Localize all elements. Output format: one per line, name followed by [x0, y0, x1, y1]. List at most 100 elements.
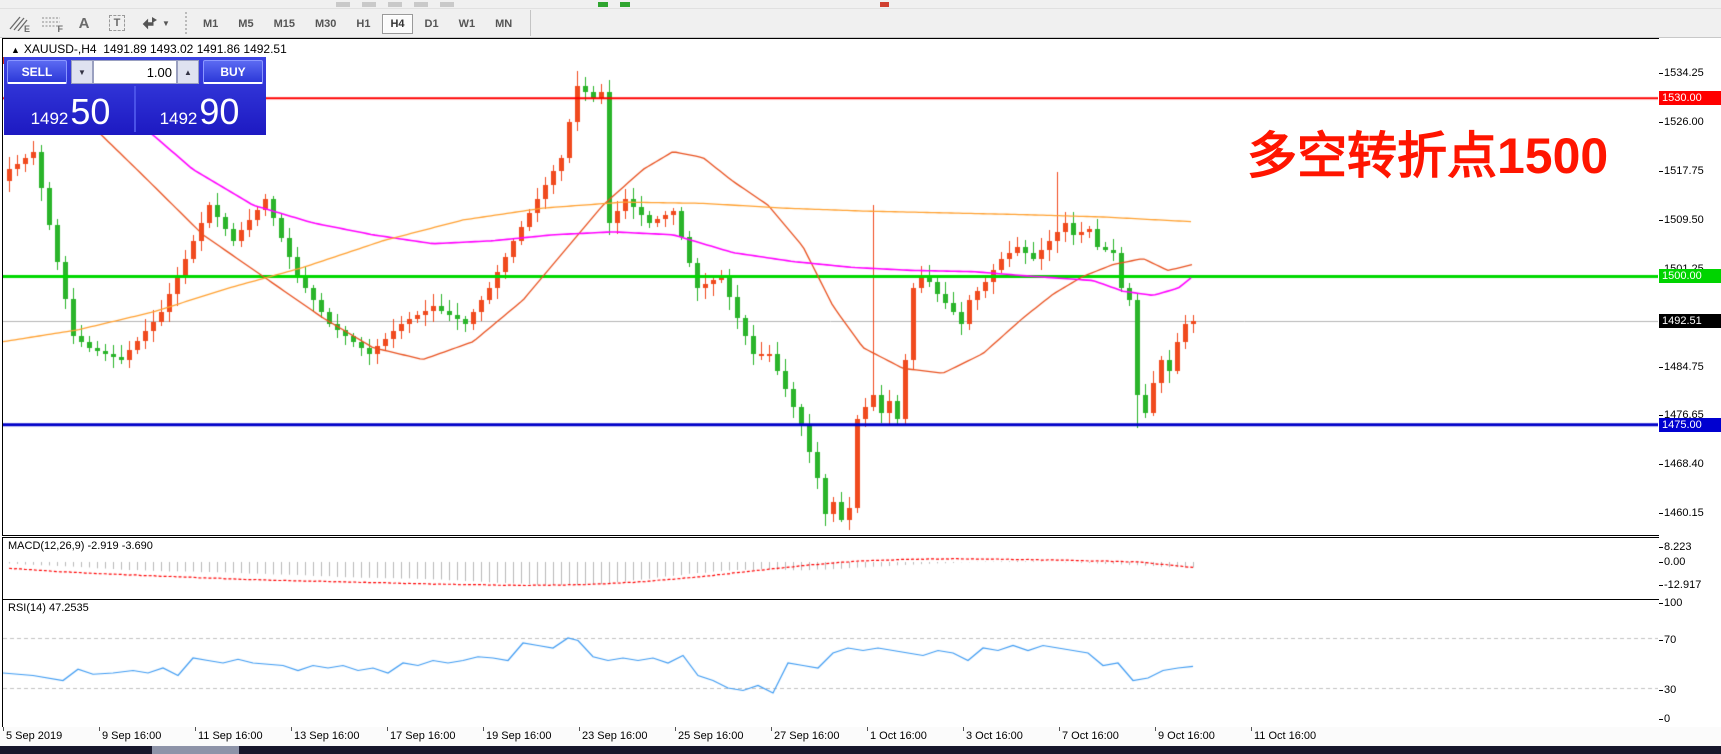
top-cut-toolbar-strip	[0, 0, 1721, 9]
partial-icon-green	[620, 2, 630, 7]
macd-panel: MACD(12,26,9) -2.919 -3.690	[2, 537, 1661, 600]
volume-up-button[interactable]: ▲	[177, 60, 199, 84]
price-axis-label: 1517.75	[1659, 164, 1704, 177]
sell-button[interactable]: SELL	[7, 60, 67, 84]
time-axis-tick	[1155, 727, 1156, 731]
price-axis[interactable]: 1534.251526.001517.751509.501501.251484.…	[1658, 38, 1721, 746]
partial-icon	[440, 2, 454, 7]
fibonacci-retracement-icon[interactable]: F	[36, 11, 66, 35]
volume-down-button[interactable]: ▼	[71, 60, 93, 84]
timeframe-button-MN[interactable]: MN	[487, 14, 520, 34]
time-axis-tick	[1251, 727, 1252, 731]
volume-input[interactable]	[93, 60, 177, 84]
time-axis[interactable]: 5 Sep 2019 9 Sep 16:00 11 Sep 16:00 13 Sep …	[0, 727, 1721, 746]
main-chart-panel: ▲ XAUUSD-,H4 1491.89 1493.02 1491.86 1492…	[2, 38, 1661, 536]
time-axis-label: 11 Sep 16:00	[198, 730, 263, 742]
time-axis-tick	[963, 727, 964, 731]
equidistant-channel-icon[interactable]: E	[3, 11, 33, 35]
partial-icon-red	[880, 2, 889, 7]
partial-icon	[414, 2, 428, 7]
time-axis-label: 3 Oct 16:00	[966, 730, 1023, 742]
time-axis-label: 9 Oct 16:00	[1158, 730, 1215, 742]
price-badge: 1492.51	[1659, 313, 1721, 328]
time-axis-label: 9 Sep 16:00	[102, 730, 162, 742]
timeframe-button-W1[interactable]: W1	[451, 14, 484, 34]
time-axis-tick	[867, 727, 868, 731]
time-axis-tick	[387, 727, 388, 731]
rsi-panel: RSI(14) 47.2535	[2, 599, 1661, 729]
sell-price-big: 50	[70, 91, 111, 132]
rsi-axis-label: 0	[1658, 713, 1671, 725]
time-axis-tick	[1059, 727, 1060, 731]
time-axis-label: 7 Oct 16:00	[1062, 730, 1119, 742]
macd-axis-label: 0.00	[1658, 556, 1686, 568]
time-axis-tick	[579, 727, 580, 731]
buy-price-big: 90	[199, 91, 240, 132]
rsi-axis-label: 70	[1658, 634, 1677, 646]
time-axis-label: 13 Sep 16:00	[294, 730, 360, 742]
macd-label: MACD(12,26,9) -2.919 -3.690	[8, 540, 153, 552]
price-badge: 1475.00	[1659, 417, 1721, 432]
macd-axis-label: -12.917	[1658, 579, 1702, 592]
sell-price[interactable]: 1492 50	[7, 86, 134, 132]
rsi-label: RSI(14) 47.2535	[8, 602, 89, 614]
time-axis-label: 5 Sep 2019	[6, 730, 63, 742]
buy-price[interactable]: 1492 90	[136, 86, 263, 132]
timeframe-button-H4[interactable]: H4	[382, 14, 413, 34]
timeframe-button-M1[interactable]: M1	[195, 14, 226, 34]
toolbar-separator	[530, 10, 532, 36]
price-axis-label: 1468.40	[1659, 458, 1704, 471]
symbol-ohlc-text: XAUUSD-,H4 1491.89 1493.02 1491.86 1492.…	[23, 42, 287, 56]
collapse-icon[interactable]: ▲	[11, 45, 20, 55]
price-axis-label: 1509.50	[1659, 213, 1704, 226]
text-label-icon[interactable]: A	[69, 11, 99, 35]
one-click-trade-panel: SELL ▼ ▲ BUY 1492 50 1492 90	[4, 57, 266, 135]
timeframe-button-H1[interactable]: H1	[348, 14, 378, 34]
sell-price-small: 1492	[30, 109, 69, 128]
spin-down-icon: ▼	[78, 67, 86, 77]
rsi-canvas[interactable]	[3, 600, 1658, 726]
toolbar: E F A T ▼ M1 M5 M15 M30 H1 H4 D1 W1 MN	[0, 9, 1721, 38]
time-axis-label: 25 Sep 16:00	[678, 730, 744, 742]
price-axis-label: 1534.25	[1659, 67, 1704, 79]
timeframe-toolbar: M1 M5 M15 M30 H1 H4 D1 W1 MN	[193, 14, 522, 34]
time-axis-tick	[195, 727, 196, 731]
timeframe-button-M5[interactable]: M5	[230, 14, 261, 34]
rsi-axis-label: 30	[1658, 684, 1677, 696]
chart-annotation-text: 多空转折点1500	[1247, 128, 1609, 184]
partial-icon	[388, 2, 402, 7]
rsi-axis-label: 100	[1658, 596, 1683, 609]
chart-header: ▲ XAUUSD-,H4 1491.89 1493.02 1491.86 1492…	[11, 42, 287, 56]
time-axis-tick	[291, 727, 292, 731]
chevron-down-icon: ▼	[162, 18, 170, 28]
price-axis-label: 1526.00	[1659, 115, 1704, 128]
buy-price-small: 1492	[159, 109, 198, 128]
price-badge: 1530.00	[1659, 91, 1721, 106]
timeframe-button-M30[interactable]: M30	[307, 14, 344, 34]
time-axis-label: 23 Sep 16:00	[582, 730, 648, 742]
time-axis-label: 19 Sep 16:00	[486, 730, 552, 742]
bottom-cut-strip	[0, 746, 1721, 754]
macd-canvas[interactable]	[3, 538, 1658, 597]
time-axis-tick	[675, 727, 676, 731]
partial-icon-green	[598, 2, 608, 7]
macd-axis-label: 8.223	[1659, 541, 1692, 554]
time-axis-tick	[771, 727, 772, 731]
toolbar-separator	[185, 12, 187, 34]
timeframe-button-D1[interactable]: D1	[417, 14, 447, 34]
timeframe-button-M15[interactable]: M15	[266, 14, 303, 34]
partial-icon	[362, 2, 376, 7]
bottom-strip-segment	[152, 746, 239, 754]
text-box-icon[interactable]: T	[102, 11, 132, 35]
time-axis-label: 17 Sep 16:00	[390, 730, 456, 742]
time-axis-label: 1 Oct 16:00	[870, 730, 927, 742]
time-axis-tick	[483, 727, 484, 731]
time-axis-label: 11 Oct 16:00	[1254, 730, 1317, 742]
price-axis-label: 1460.15	[1659, 507, 1704, 519]
spin-up-icon: ▲	[184, 67, 192, 77]
shapes-dropdown-icon[interactable]: ▼	[135, 11, 175, 35]
time-axis-label: 27 Sep 16:00	[774, 730, 840, 742]
buy-button[interactable]: BUY	[203, 60, 263, 84]
price-axis-label: 1484.75	[1659, 360, 1704, 373]
partial-icon	[336, 2, 350, 7]
